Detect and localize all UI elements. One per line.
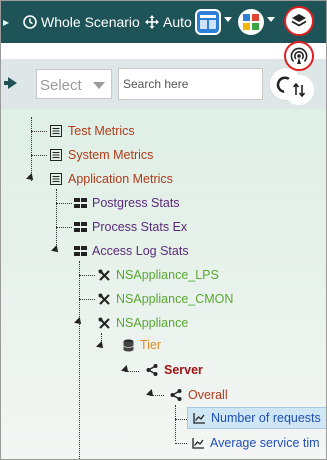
tree-node-label: Test Metrics	[68, 124, 135, 138]
tree-node-label: NSAppliance_CMON	[116, 292, 234, 306]
auto-selector[interactable]: Auto	[145, 1, 192, 43]
list-icon	[49, 124, 63, 138]
chevron-down-icon[interactable]	[267, 17, 275, 22]
tree-node-label: Tier	[140, 338, 162, 352]
tree-node-tier[interactable]: Tier	[121, 334, 161, 356]
sort-icon[interactable]	[284, 75, 314, 105]
tree-node-number-of-requests[interactable]: Number of requests	[187, 407, 326, 429]
chevron-right-icon[interactable]: ▸	[3, 15, 9, 29]
list-icon	[49, 148, 63, 162]
tree-node-test-metrics[interactable]: Test Metrics	[49, 120, 135, 142]
tree-node-system-metrics[interactable]: System Metrics	[49, 144, 153, 166]
tree-node-application-metrics[interactable]: Application Metrics	[49, 168, 173, 190]
select-value: Select	[40, 77, 82, 94]
app-frame: ▸ Whole Scenario Auto Select Search here…	[0, 0, 327, 460]
group-icon	[73, 244, 87, 258]
broadcast-icon[interactable]	[284, 41, 314, 71]
collapse-arrow-icon[interactable]	[146, 389, 156, 399]
tree-node-label: Average service tim	[210, 436, 320, 450]
chevron-down-icon	[93, 82, 105, 89]
widgets-icon[interactable]	[238, 9, 264, 35]
database-icon	[121, 338, 135, 352]
tree-node-label: Process Stats Ex	[92, 220, 188, 234]
search-input[interactable]	[118, 68, 263, 100]
share-icon	[169, 388, 183, 402]
tree-node-nsappliance-cmon[interactable]: NSAppliance_CMON	[97, 288, 233, 310]
list-icon	[49, 172, 63, 186]
tree-node-label: Application Metrics	[68, 172, 173, 186]
move-icon	[145, 15, 159, 29]
layout-icon[interactable]	[195, 9, 221, 35]
tree-node-label: Postgress Stats	[92, 196, 180, 210]
share-icon	[145, 363, 159, 377]
tree-node-label: Overall	[188, 388, 228, 402]
tree-node-nsappliance-lps[interactable]: NSAppliance_LPS	[97, 264, 219, 286]
chart-icon	[191, 436, 205, 450]
tools-icon	[97, 316, 111, 330]
group-icon	[73, 196, 87, 210]
metrics-tree: Test Metrics System Metrics Application …	[1, 109, 326, 459]
collapse-arrow-icon[interactable]	[26, 173, 36, 183]
tree-node-server[interactable]: Server	[145, 359, 203, 381]
clock-icon	[23, 15, 37, 29]
auto-label: Auto	[163, 14, 192, 30]
filter-bar: Select	[1, 59, 326, 109]
tree-node-label: NSAppliance_LPS	[116, 268, 219, 282]
scope-selector[interactable]: Whole Scenario	[23, 1, 140, 43]
collapse-arrow-icon[interactable]	[96, 341, 106, 351]
arrow-right-icon[interactable]	[8, 77, 17, 89]
chart-icon	[192, 411, 206, 425]
tree-node-process-stats-ex[interactable]: Process Stats Ex	[73, 216, 187, 238]
tree-node-label: Number of requests	[211, 411, 321, 425]
tree-node-label: Access Log Stats	[92, 244, 189, 258]
tree-node-label: NSAppliance	[116, 316, 189, 330]
tools-icon	[97, 268, 111, 282]
tree-node-access-log-stats[interactable]: Access Log Stats	[73, 240, 189, 262]
collapse-arrow-icon[interactable]	[74, 317, 84, 327]
chevron-down-icon[interactable]	[224, 17, 232, 22]
tools-icon	[97, 292, 111, 306]
scope-label: Whole Scenario	[41, 14, 140, 30]
collapse-arrow-icon[interactable]	[121, 365, 131, 375]
tree-node-nsappliance[interactable]: NSAppliance	[97, 312, 188, 334]
layers-icon[interactable]	[284, 6, 314, 36]
top-toolbar: ▸ Whole Scenario Auto	[1, 1, 326, 43]
group-icon	[73, 220, 87, 234]
tree-node-postgress-stats[interactable]: Postgress Stats	[73, 192, 180, 214]
tree-node-average-service-time[interactable]: Average service tim	[191, 432, 320, 454]
metric-select[interactable]: Select	[36, 69, 112, 99]
tree-node-label: Server	[164, 363, 203, 377]
tree-node-label: System Metrics	[68, 148, 154, 162]
collapse-arrow-icon[interactable]	[51, 245, 61, 255]
tree-node-overall[interactable]: Overall	[169, 384, 228, 406]
